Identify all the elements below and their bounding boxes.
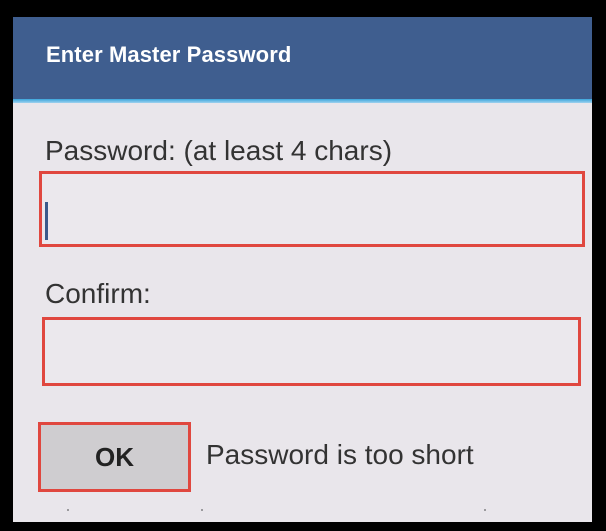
divider-dot bbox=[484, 509, 486, 511]
password-label: Password: (at least 4 chars) bbox=[45, 135, 393, 166]
confirm-label: Confirm: bbox=[45, 278, 151, 309]
password-field-highlight bbox=[39, 171, 585, 247]
divider-dot bbox=[67, 509, 69, 511]
ok-button-label: OK bbox=[95, 441, 134, 472]
dialog-title: Enter Master Password bbox=[46, 42, 292, 67]
dialog-title-bar: Enter Master Password bbox=[13, 17, 592, 99]
divider-dot bbox=[201, 509, 203, 511]
bottom-divider-dots bbox=[13, 509, 592, 515]
screenshot-frame: Enter Master Password Password: (at leas… bbox=[0, 0, 606, 531]
text-cursor bbox=[45, 202, 48, 240]
ok-button[interactable]: OK bbox=[38, 422, 191, 492]
confirm-input[interactable] bbox=[45, 320, 578, 383]
title-divider bbox=[13, 99, 592, 103]
master-password-dialog: Enter Master Password Password: (at leas… bbox=[13, 17, 592, 522]
confirm-field-highlight bbox=[42, 317, 581, 386]
status-message: Password is too short bbox=[206, 439, 474, 470]
password-input[interactable] bbox=[42, 174, 582, 244]
